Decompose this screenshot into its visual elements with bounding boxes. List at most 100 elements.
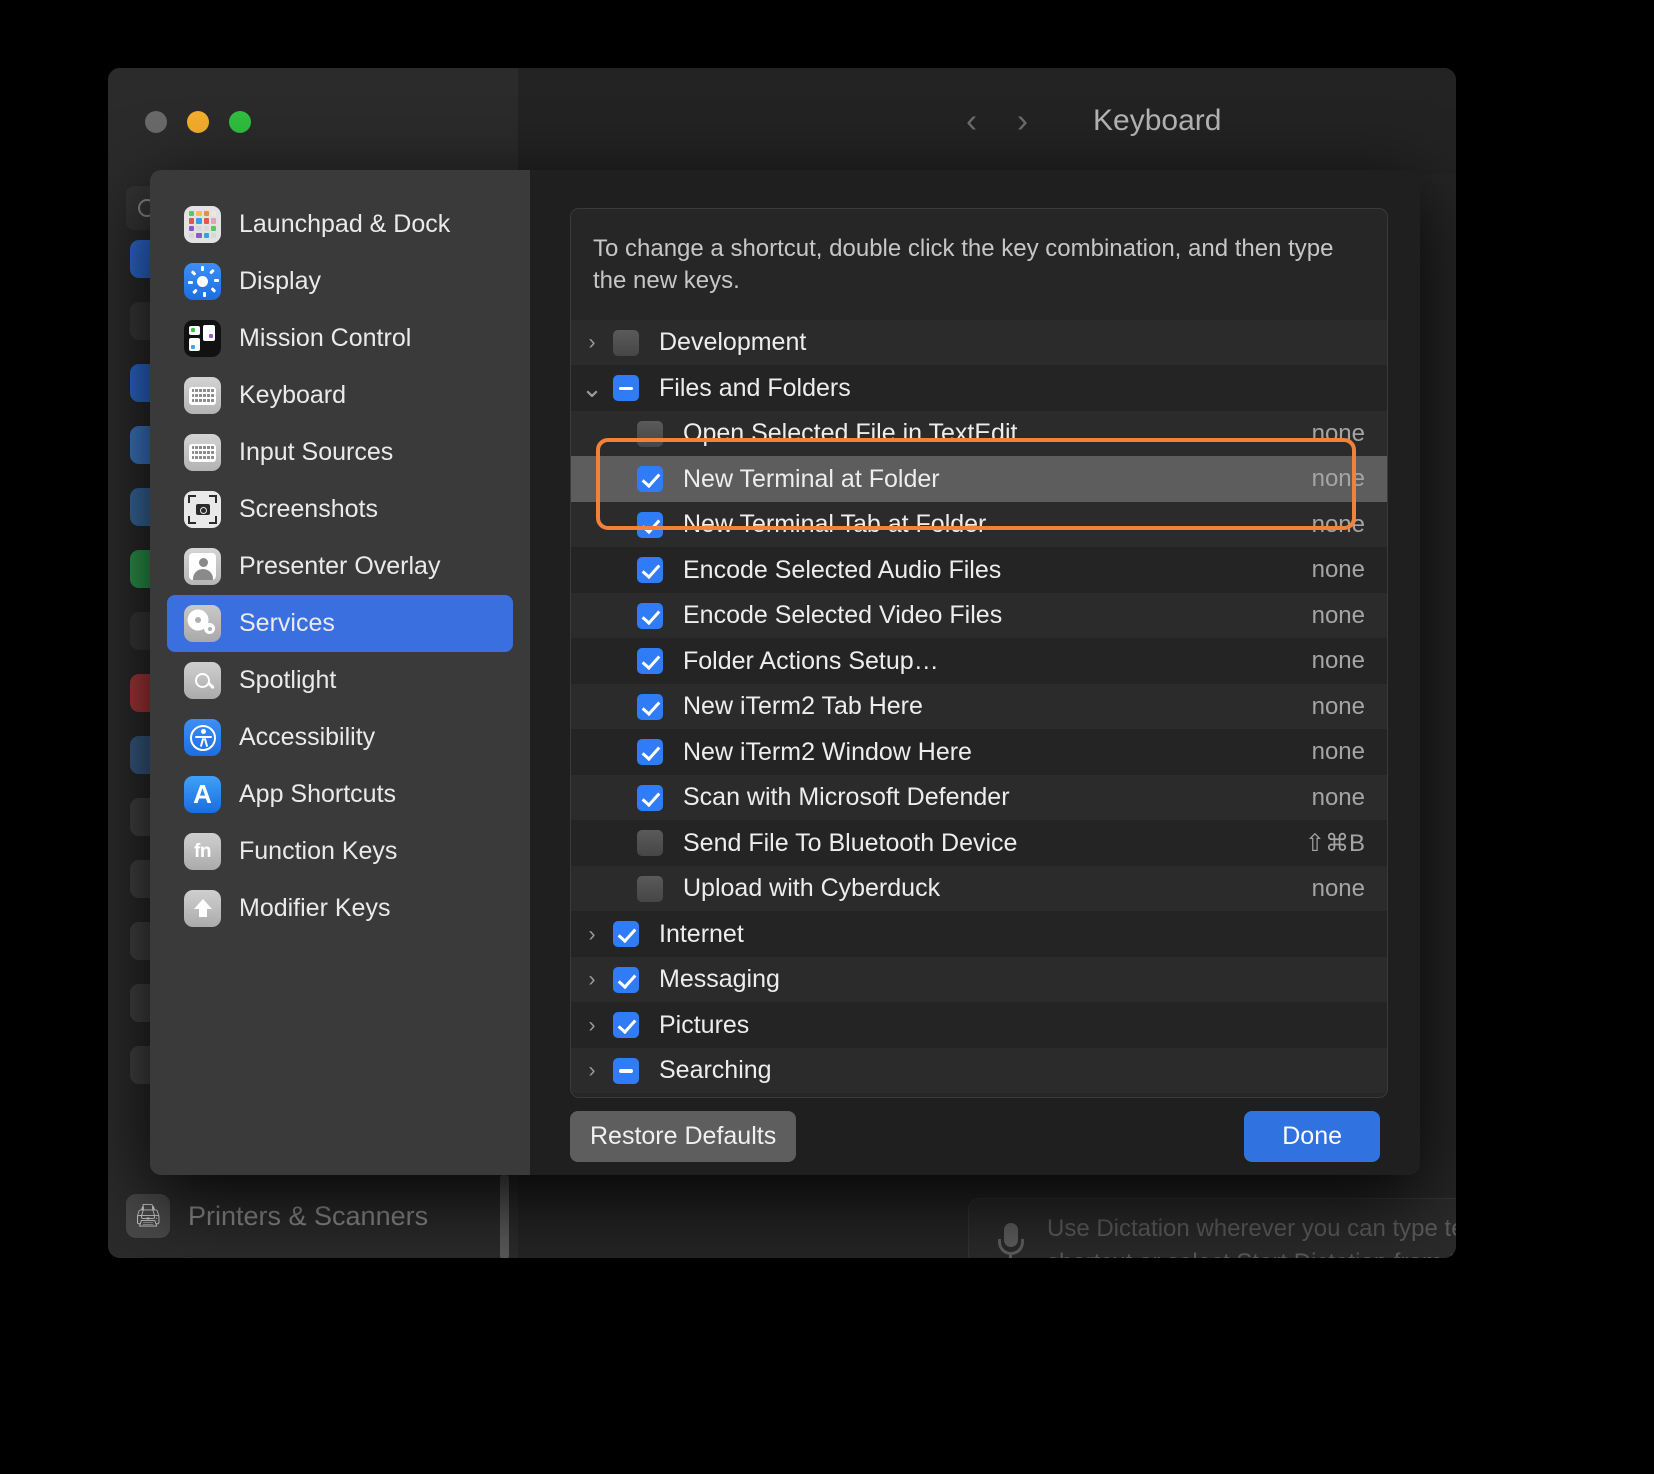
table-row[interactable]: New Terminal at Folder none xyxy=(571,456,1387,502)
done-button[interactable]: Done xyxy=(1244,1111,1380,1162)
row-label: Scan with Microsoft Defender xyxy=(683,783,1010,812)
row-checkbox[interactable] xyxy=(637,830,663,856)
table-row[interactable]: ›Searching xyxy=(571,1048,1387,1094)
table-row[interactable]: New iTerm2 Window Herenone xyxy=(571,729,1387,775)
row-checkbox[interactable] xyxy=(637,557,663,583)
close-button[interactable] xyxy=(145,111,167,133)
row-shortcut-value[interactable]: none xyxy=(1312,465,1365,493)
sidebar-item-label: App Shortcuts xyxy=(239,780,396,809)
presenter-overlay-icon xyxy=(184,548,221,585)
chevron-right-icon[interactable]: › xyxy=(571,332,613,353)
sidebar-item-label: Accessibility xyxy=(239,723,375,752)
row-label: Internet xyxy=(659,920,744,949)
sidebar-item-services[interactable]: Services xyxy=(167,595,513,652)
row-checkbox[interactable] xyxy=(613,1012,639,1038)
table-row[interactable]: › Internet xyxy=(571,911,1387,957)
row-shortcut-value[interactable]: none xyxy=(1312,875,1365,903)
row-shortcut-value[interactable]: none xyxy=(1312,602,1365,630)
table-row[interactable]: ⌄Files and Folders xyxy=(571,365,1387,411)
row-label: New Terminal Tab at Folder xyxy=(683,510,986,539)
table-row[interactable]: ›Development xyxy=(571,320,1387,366)
row-shortcut-value[interactable]: none xyxy=(1312,420,1365,448)
sidebar-item-app-shortcuts[interactable]: AApp Shortcuts xyxy=(167,766,513,823)
chevron-down-icon[interactable]: ⌄ xyxy=(571,375,613,401)
row-checkbox[interactable] xyxy=(637,466,663,492)
table-row[interactable]: New iTerm2 Tab Here none xyxy=(571,684,1387,730)
row-checkbox[interactable] xyxy=(637,785,663,811)
sidebar-item-modifier-keys[interactable]: Modifier Keys xyxy=(167,880,513,937)
sheet-footer: Restore Defaults Done xyxy=(530,1097,1420,1175)
forward-icon[interactable]: › xyxy=(1017,104,1028,137)
row-checkbox[interactable] xyxy=(637,876,663,902)
sidebar-item-accessibility[interactable]: Accessibility xyxy=(167,709,513,766)
row-checkbox[interactable] xyxy=(613,375,639,401)
row-checkbox[interactable] xyxy=(637,421,663,447)
table-row[interactable]: New Terminal Tab at Folder none xyxy=(571,502,1387,548)
row-checkbox[interactable] xyxy=(613,1058,639,1084)
row-checkbox[interactable] xyxy=(637,648,663,674)
sidebar-item-label: Printers & Scanners xyxy=(188,1201,428,1232)
table-row[interactable]: Open Selected File in TextEditnone xyxy=(571,411,1387,457)
row-label: Send File To Bluetooth Device xyxy=(683,829,1017,858)
table-row[interactable]: Encode Selected Video Filesnone xyxy=(571,593,1387,639)
back-icon[interactable]: ‹ xyxy=(966,104,977,137)
row-shortcut-value[interactable]: none xyxy=(1312,693,1365,721)
chevron-right-icon[interactable]: › xyxy=(571,969,613,990)
sidebar-item-function-keys[interactable]: fnFunction Keys xyxy=(167,823,513,880)
sidebar-item-label: Services xyxy=(239,609,335,638)
chevron-right-icon[interactable]: › xyxy=(571,924,613,945)
minimize-button[interactable] xyxy=(187,111,209,133)
table-row[interactable]: Upload with Cyberducknone xyxy=(571,866,1387,912)
maximize-button[interactable] xyxy=(229,111,251,133)
row-checkbox[interactable] xyxy=(613,921,639,947)
sidebar-item-label: Input Sources xyxy=(239,438,393,467)
dictation-panel: Use Dictation wherever you can type text… xyxy=(968,1198,1456,1258)
table-row[interactable]: › Pictures xyxy=(571,1002,1387,1048)
launchpad-dock-icon xyxy=(184,206,221,243)
row-shortcut-value[interactable]: none xyxy=(1312,738,1365,766)
row-checkbox[interactable] xyxy=(613,967,639,993)
accessibility-icon xyxy=(184,719,221,756)
row-shortcut-value[interactable]: none xyxy=(1312,647,1365,675)
chevron-right-icon[interactable]: › xyxy=(571,1015,613,1036)
display-icon xyxy=(184,263,221,300)
row-shortcut-value[interactable]: ⇧⌘B xyxy=(1305,829,1365,858)
row-checkbox[interactable] xyxy=(637,694,663,720)
sidebar-item-spotlight[interactable]: Spotlight xyxy=(167,652,513,709)
row-checkbox[interactable] xyxy=(613,330,639,356)
sidebar-item-keyboard[interactable]: Keyboard xyxy=(167,367,513,424)
nav-arrows: ‹ › xyxy=(966,104,1028,137)
sidebar-item-launchpad-dock[interactable]: Launchpad & Dock xyxy=(167,196,513,253)
keyboard-icon xyxy=(184,377,221,414)
row-checkbox[interactable] xyxy=(637,739,663,765)
sidebar-item-display[interactable]: Display xyxy=(167,253,513,310)
sidebar-item-screenshots[interactable]: Screenshots xyxy=(167,481,513,538)
table-row[interactable]: Encode Selected Audio Filesnone xyxy=(571,547,1387,593)
chevron-right-icon[interactable]: › xyxy=(571,1060,613,1081)
shortcuts-hint: To change a shortcut, double click the k… xyxy=(571,209,1387,320)
sidebar-item-presenter-overlay[interactable]: Presenter Overlay xyxy=(167,538,513,595)
mission-control-icon xyxy=(184,320,221,357)
row-label: New iTerm2 Tab Here xyxy=(683,692,923,721)
row-checkbox[interactable] xyxy=(637,512,663,538)
row-shortcut-value[interactable]: none xyxy=(1312,556,1365,584)
row-label: New Terminal at Folder xyxy=(683,465,940,494)
shortcuts-main-pane: To change a shortcut, double click the k… xyxy=(530,170,1420,1175)
sidebar-scrollbar[interactable] xyxy=(500,1174,509,1258)
restore-defaults-button[interactable]: Restore Defaults xyxy=(570,1111,796,1162)
row-label: Messaging xyxy=(659,965,780,994)
table-row[interactable]: Folder Actions Setup…none xyxy=(571,638,1387,684)
row-shortcut-value[interactable]: none xyxy=(1312,784,1365,812)
table-row[interactable]: › Messaging xyxy=(571,957,1387,1003)
shortcuts-sheet: Launchpad & Dock DisplayMission ControlKe… xyxy=(150,170,1420,1175)
table-row[interactable]: Scan with Microsoft Defender none xyxy=(571,775,1387,821)
row-checkbox[interactable] xyxy=(637,603,663,629)
row-label: Pictures xyxy=(659,1011,749,1040)
sidebar-item-mission-control[interactable]: Mission Control xyxy=(167,310,513,367)
sidebar-item-printers-scanners[interactable]: 🖨 Printers & Scanners xyxy=(126,1194,428,1238)
sidebar-item-input-sources[interactable]: Input Sources xyxy=(167,424,513,481)
sidebar-item-label: Launchpad & Dock xyxy=(239,210,450,239)
table-row[interactable]: Send File To Bluetooth Device ⇧⌘B xyxy=(571,820,1387,866)
row-shortcut-value[interactable]: none xyxy=(1312,511,1365,539)
shortcuts-rows: ›Development⌄Files and FoldersOpen Selec… xyxy=(571,320,1387,1094)
